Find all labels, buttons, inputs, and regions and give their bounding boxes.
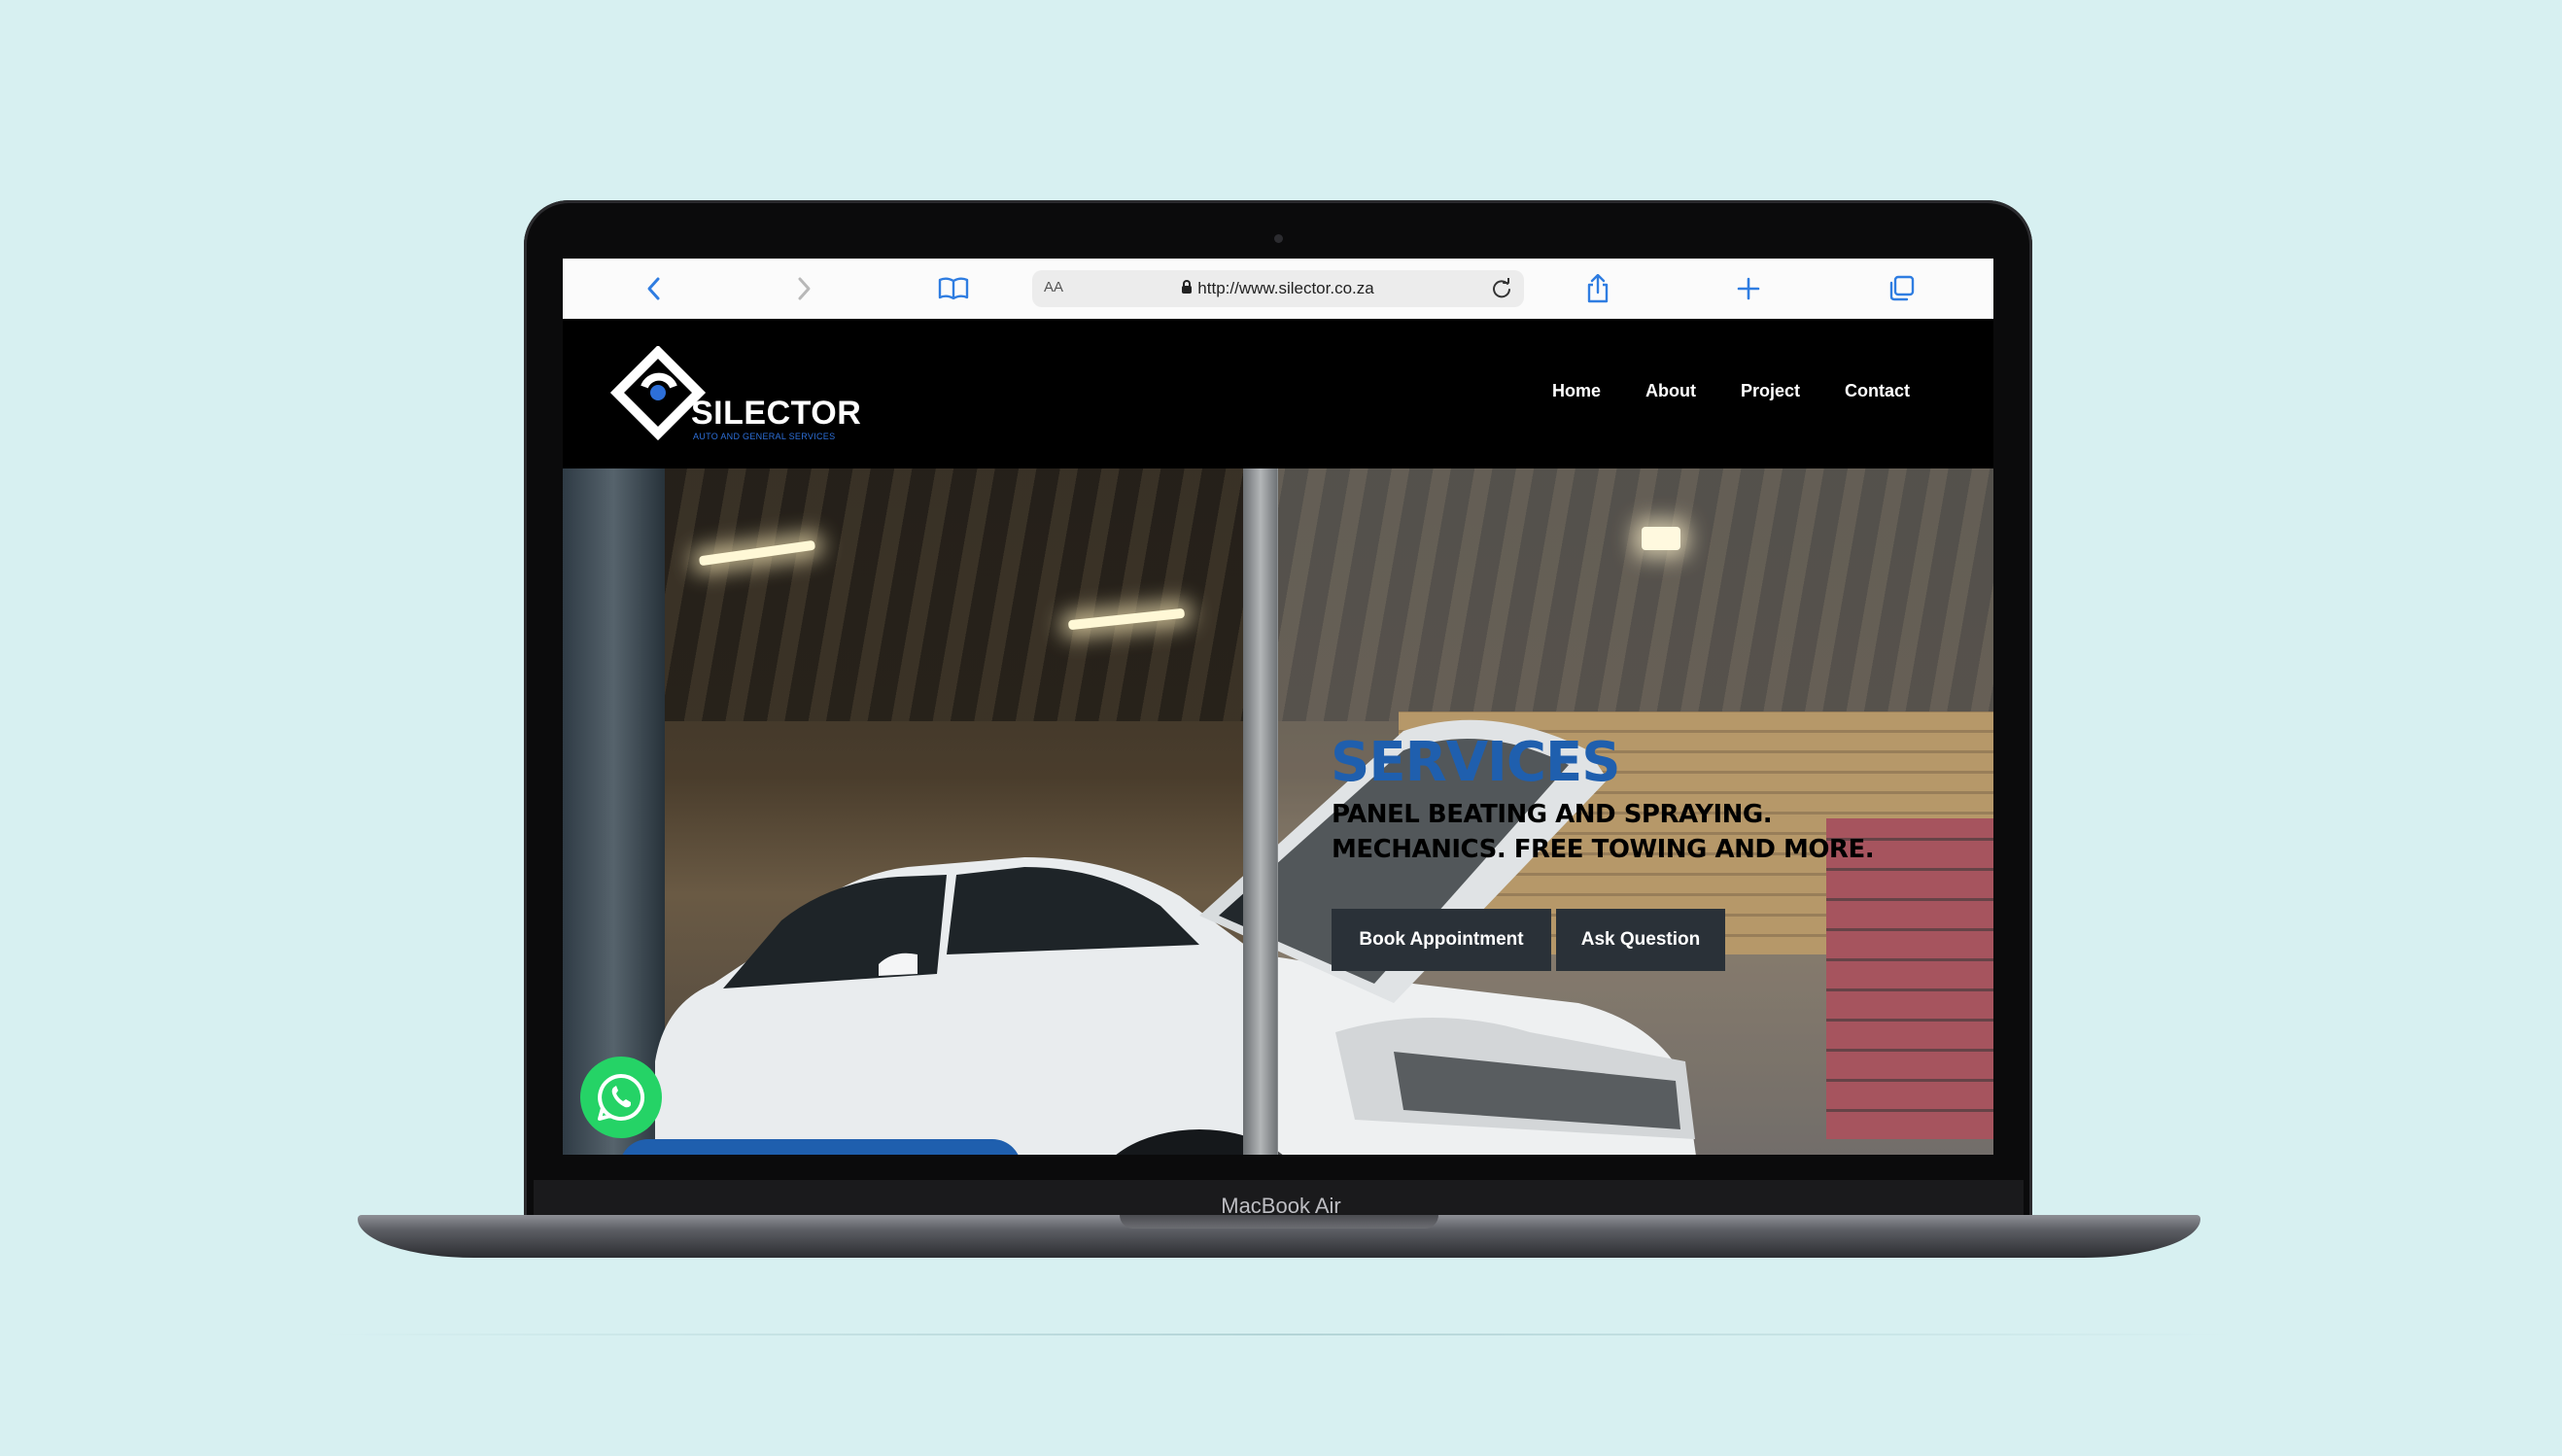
hero-subtitle: PANEL BEATING AND SPRAYING. MECHANICS. F… xyxy=(1332,797,1875,867)
back-icon[interactable] xyxy=(635,259,674,319)
floor-shadow xyxy=(321,1334,2235,1335)
site-header: SILECTOR AUTO AND GENERAL SERVICES Home … xyxy=(563,319,1993,468)
url-display[interactable]: http://www.silector.co.za xyxy=(1032,279,1524,298)
nav-about[interactable]: About xyxy=(1645,381,1696,401)
main-nav: Home About Project Contact xyxy=(1552,381,1910,401)
laptop-notch xyxy=(1120,1215,1438,1229)
camera xyxy=(1274,234,1283,243)
bottom-tab[interactable] xyxy=(619,1139,1021,1155)
hero-subtitle-line: PANEL BEATING AND SPRAYING. xyxy=(1332,800,1773,829)
hero-lift-post xyxy=(1243,468,1278,1155)
logo-tagline: AUTO AND GENERAL SERVICES xyxy=(693,432,836,441)
forward-icon[interactable] xyxy=(784,259,823,319)
book-appointment-button[interactable]: Book Appointment xyxy=(1332,909,1551,971)
hero-subtitle-line: MECHANICS. FREE TOWING AND MORE. xyxy=(1332,835,1875,864)
bookmarks-icon[interactable] xyxy=(934,259,973,319)
nav-home[interactable]: Home xyxy=(1552,381,1601,401)
whatsapp-icon xyxy=(598,1073,645,1121)
ask-question-button[interactable]: Ask Question xyxy=(1556,909,1725,971)
browser-toolbar: AA http://www.silector.co.za xyxy=(563,259,1993,320)
hero-section: SERVICES PANEL BEATING AND SPRAYING. MEC… xyxy=(563,468,1993,1155)
lock-icon xyxy=(1182,280,1193,294)
hero-pillar xyxy=(563,468,665,1155)
screen: AA http://www.silector.co.za SILECTOR AU… xyxy=(563,259,1993,1155)
logo-name: SILECTOR xyxy=(691,395,862,432)
nav-project[interactable]: Project xyxy=(1741,381,1800,401)
address-bar[interactable]: AA http://www.silector.co.za xyxy=(1032,270,1524,307)
url-text: http://www.silector.co.za xyxy=(1197,279,1374,297)
site-logo[interactable]: SILECTOR AUTO AND GENERAL SERVICES xyxy=(609,346,862,443)
new-tab-icon[interactable] xyxy=(1729,259,1768,319)
hero-title: SERVICES xyxy=(1331,731,1621,794)
share-icon[interactable] xyxy=(1578,259,1617,319)
tabs-icon[interactable] xyxy=(1882,259,1921,319)
reload-icon[interactable] xyxy=(1487,274,1516,303)
nav-contact[interactable]: Contact xyxy=(1845,381,1910,401)
whatsapp-button[interactable] xyxy=(580,1057,662,1138)
